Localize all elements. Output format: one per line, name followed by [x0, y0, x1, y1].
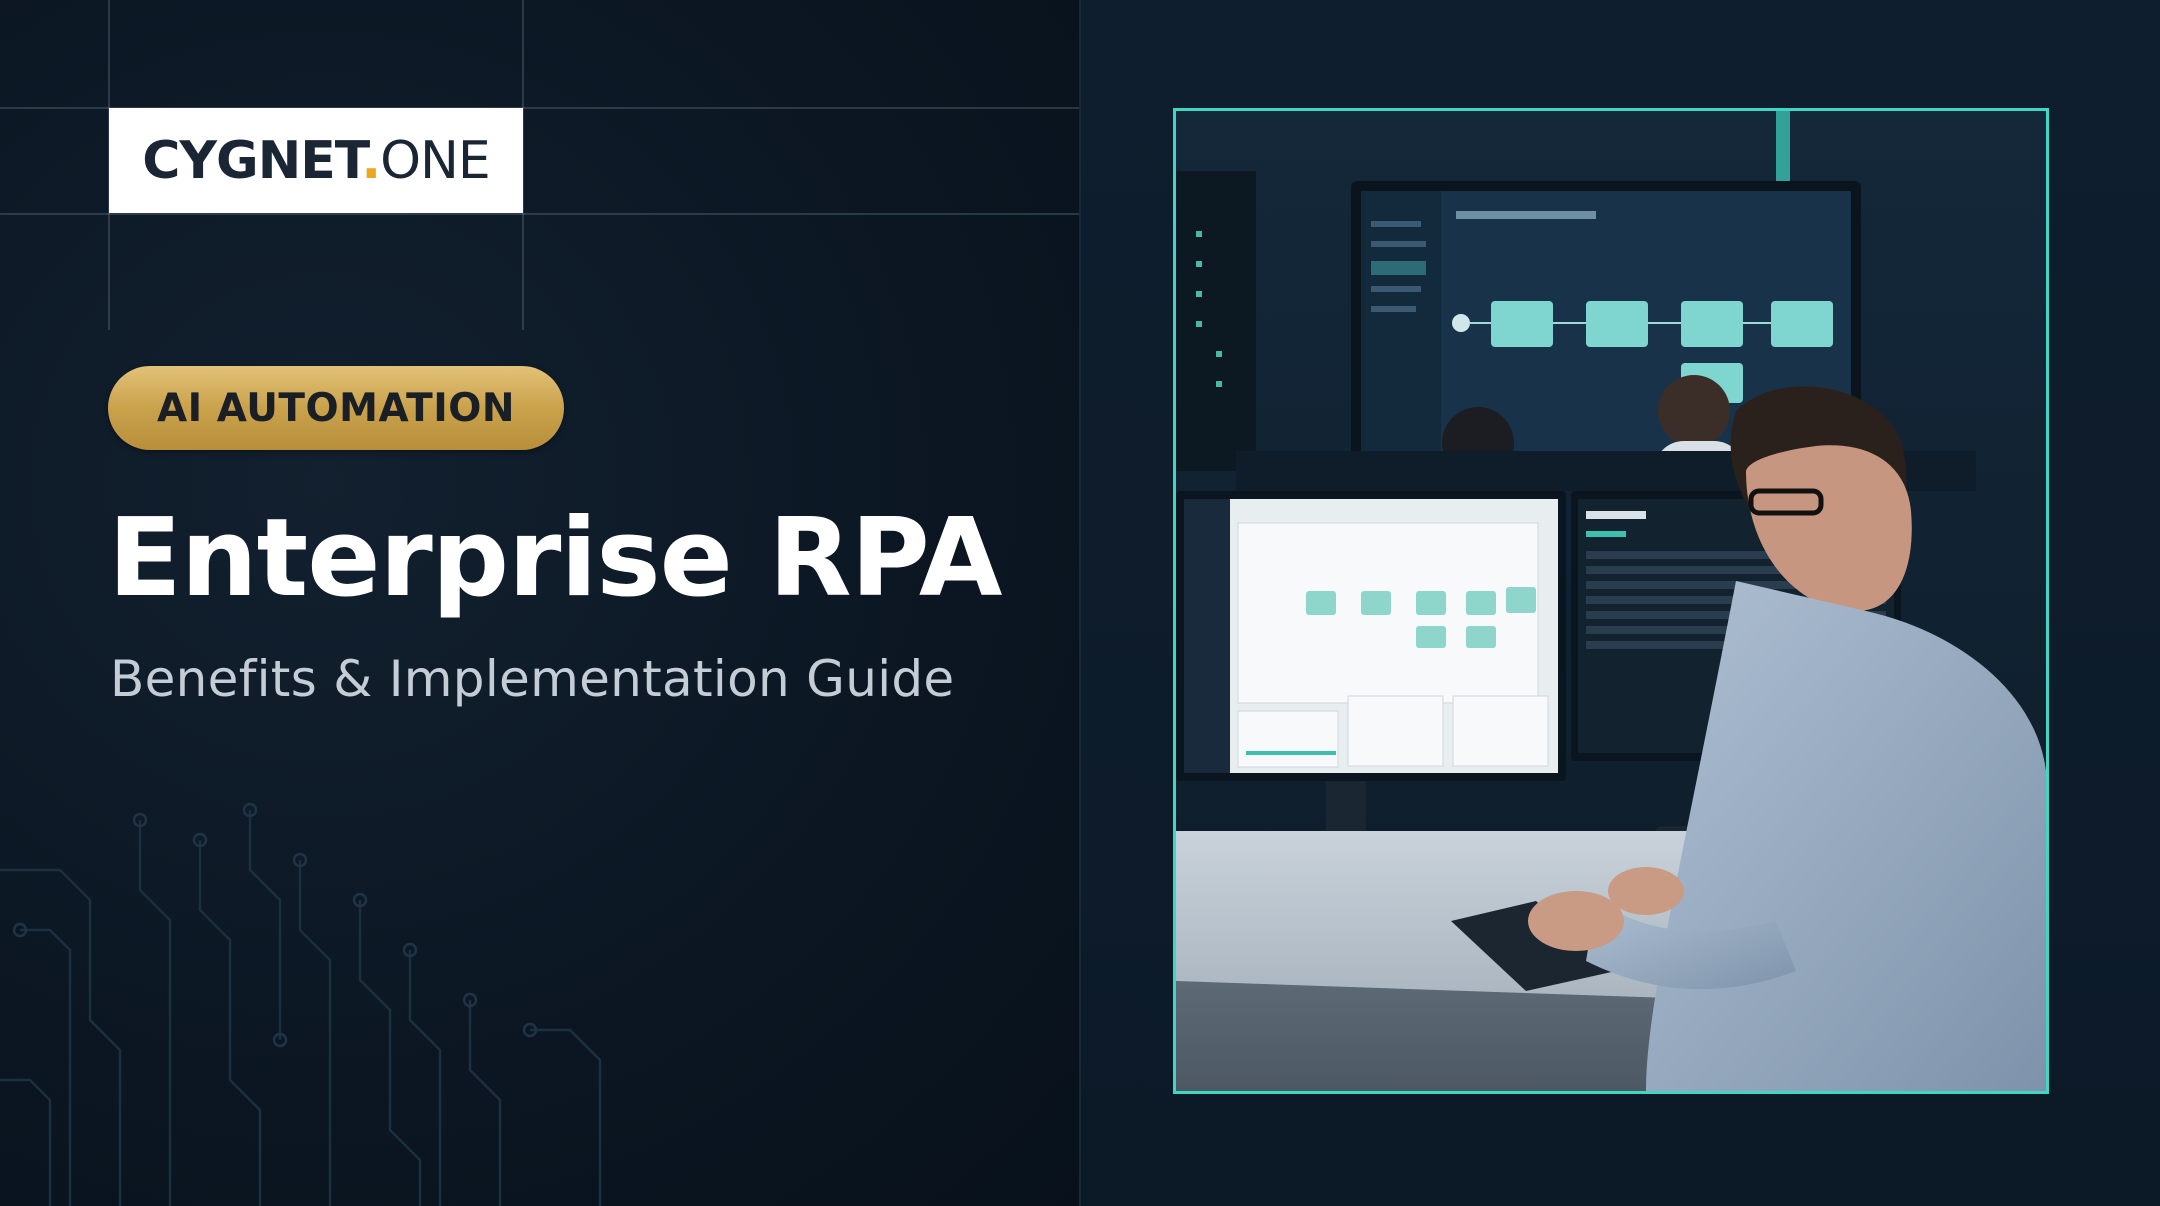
hero-banner: CYGNET.ONE AI AUTOMATION Enterprise RPA …: [0, 0, 2160, 1206]
logo-main-text: CYGNET: [142, 130, 362, 191]
page-subtitle: Benefits & Implementation Guide: [110, 650, 955, 708]
page-title: Enterprise RPA: [108, 496, 1003, 621]
logo-wordmark: CYGNET.ONE: [142, 130, 491, 191]
logo-dot: .: [361, 130, 381, 191]
brand-logo: CYGNET.ONE: [109, 108, 523, 213]
grid-line-horizontal-bottom: [0, 213, 1079, 215]
panel-divider: [1079, 0, 1081, 1206]
office-workstation-illustration: [1176, 111, 2046, 1091]
category-badge-label: AI AUTOMATION: [156, 385, 516, 431]
circuit-pattern-decoration: [0, 802, 602, 1206]
category-badge: AI AUTOMATION: [108, 366, 564, 450]
logo-suffix-text: ONE: [380, 130, 491, 191]
hero-photo-frame: [1173, 108, 2049, 1094]
